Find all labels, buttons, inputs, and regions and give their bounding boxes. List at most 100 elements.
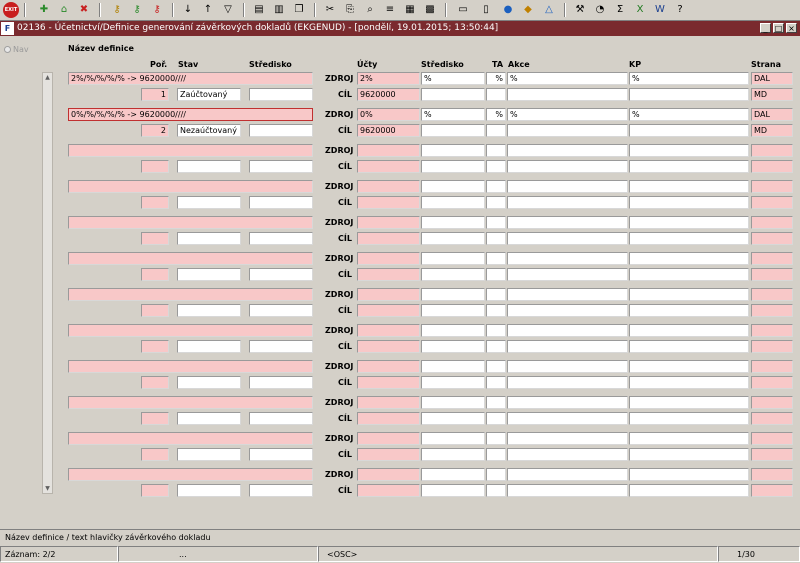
stav-field[interactable] [177, 376, 241, 389]
zdroj-stredisko-field[interactable]: % [421, 72, 485, 85]
poradi-field[interactable] [141, 268, 169, 281]
cil-ucty-field[interactable] [357, 196, 420, 209]
cil-strana-field[interactable] [751, 484, 793, 497]
zdroj-kp-field[interactable] [629, 324, 749, 337]
zdroj-ta-field[interactable]: % [486, 72, 506, 85]
cil-kp-field[interactable] [629, 124, 749, 137]
zdroj-kp-field[interactable] [629, 360, 749, 373]
nazev-field[interactable] [68, 324, 313, 337]
zdroj-kp-field[interactable]: % [629, 108, 749, 121]
zdroj-stredisko-field[interactable] [421, 180, 485, 193]
calendar-icon[interactable]: ▩ [422, 2, 438, 18]
poradi-field[interactable] [141, 376, 169, 389]
cil-ucty-field[interactable]: 9620000 [357, 88, 420, 101]
zdroj-akce-field[interactable] [507, 180, 628, 193]
zdroj-stredisko-field[interactable] [421, 468, 485, 481]
zdroj-akce-field[interactable]: % [507, 72, 628, 85]
cil-strana-field[interactable] [751, 340, 793, 353]
cil-ta-field[interactable] [486, 124, 506, 137]
cil-strana-field[interactable]: MD [751, 124, 793, 137]
sort-asc-icon[interactable]: ↓ [180, 2, 196, 18]
cil-ta-field[interactable] [486, 376, 506, 389]
zdroj-ucty-field[interactable] [357, 396, 420, 409]
zdroj-stredisko-field[interactable]: % [421, 108, 485, 121]
stav-field[interactable] [177, 340, 241, 353]
zdroj-kp-field[interactable] [629, 468, 749, 481]
maximize-button[interactable]: □ [773, 23, 784, 33]
cil-akce-field[interactable] [507, 340, 628, 353]
nazev-field[interactable] [68, 180, 313, 193]
cil-ta-field[interactable] [486, 232, 506, 245]
stav-field[interactable] [177, 268, 241, 281]
cil-ta-field[interactable] [486, 160, 506, 173]
exit-icon[interactable]: EXIT [3, 2, 19, 18]
stredisko-field[interactable] [249, 160, 313, 173]
zdroj-stredisko-field[interactable] [421, 252, 485, 265]
zdroj-akce-field[interactable] [507, 288, 628, 301]
stav-field[interactable] [177, 232, 241, 245]
zdroj-ta-field[interactable] [486, 216, 506, 229]
zdroj-ucty-field[interactable] [357, 432, 420, 445]
zdroj-ta-field[interactable] [486, 252, 506, 265]
zdroj-strana-field[interactable] [751, 324, 793, 337]
zdroj-kp-field[interactable] [629, 396, 749, 409]
cil-stredisko-field[interactable] [421, 448, 485, 461]
cil-stredisko-field[interactable] [421, 268, 485, 281]
zdroj-akce-field[interactable] [507, 468, 628, 481]
note-icon[interactable]: ▭ [455, 2, 471, 18]
zdroj-ta-field[interactable] [486, 468, 506, 481]
zdroj-stredisko-field[interactable] [421, 360, 485, 373]
zdroj-strana-field[interactable] [751, 180, 793, 193]
zdroj-stredisko-field[interactable] [421, 432, 485, 445]
zdroj-ucty-field[interactable] [357, 360, 420, 373]
scroll-down-icon[interactable]: ▼ [43, 484, 52, 493]
scroll-up-icon[interactable]: ▲ [43, 73, 52, 82]
stav-field[interactable] [177, 196, 241, 209]
cil-akce-field[interactable] [507, 376, 628, 389]
zdroj-kp-field[interactable] [629, 216, 749, 229]
cil-akce-field[interactable] [507, 412, 628, 425]
nazev-field[interactable] [68, 360, 313, 373]
find-icon[interactable]: ⌕ [362, 2, 378, 18]
cil-akce-field[interactable] [507, 124, 628, 137]
zdroj-strana-field[interactable] [751, 252, 793, 265]
close-button[interactable]: × [786, 23, 797, 33]
note-icon[interactable]: ▯ [478, 2, 494, 18]
delete-icon[interactable]: ✖ [76, 2, 92, 18]
poradi-field[interactable] [141, 160, 169, 173]
zdroj-ucty-field[interactable]: 2% [357, 72, 420, 85]
zdroj-stredisko-field[interactable] [421, 144, 485, 157]
zdroj-strana-field[interactable] [751, 288, 793, 301]
stredisko-field[interactable] [249, 412, 313, 425]
word-icon[interactable]: W [652, 2, 668, 18]
nazev-field[interactable] [68, 468, 313, 481]
zdroj-akce-field[interactable] [507, 396, 628, 409]
help-icon[interactable]: ? [672, 2, 688, 18]
cil-strana-field[interactable] [751, 376, 793, 389]
filter-icon[interactable]: ▽ [220, 2, 236, 18]
cil-strana-field[interactable] [751, 232, 793, 245]
cil-stredisko-field[interactable] [421, 232, 485, 245]
zdroj-strana-field[interactable] [751, 360, 793, 373]
cil-akce-field[interactable] [507, 484, 628, 497]
sum-icon[interactable]: Σ [612, 2, 628, 18]
zdroj-akce-field[interactable] [507, 360, 628, 373]
cil-ta-field[interactable] [486, 268, 506, 281]
stav-field[interactable] [177, 160, 241, 173]
cil-kp-field[interactable] [629, 232, 749, 245]
cil-ucty-field[interactable] [357, 268, 420, 281]
zdroj-ucty-field[interactable] [357, 324, 420, 337]
cil-akce-field[interactable] [507, 268, 628, 281]
zdroj-ta-field[interactable] [486, 396, 506, 409]
cil-stredisko-field[interactable] [421, 340, 485, 353]
zdroj-akce-field[interactable] [507, 324, 628, 337]
stav-field[interactable]: Nezaúčtovaný [177, 124, 241, 137]
stav-field[interactable] [177, 412, 241, 425]
globe-icon[interactable]: ● [500, 2, 516, 18]
cil-strana-field[interactable] [751, 268, 793, 281]
cil-kp-field[interactable] [629, 304, 749, 317]
cil-ucty-field[interactable] [357, 304, 420, 317]
cil-strana-field[interactable] [751, 448, 793, 461]
cil-ucty-field[interactable] [357, 448, 420, 461]
cil-ucty-field[interactable] [357, 484, 420, 497]
